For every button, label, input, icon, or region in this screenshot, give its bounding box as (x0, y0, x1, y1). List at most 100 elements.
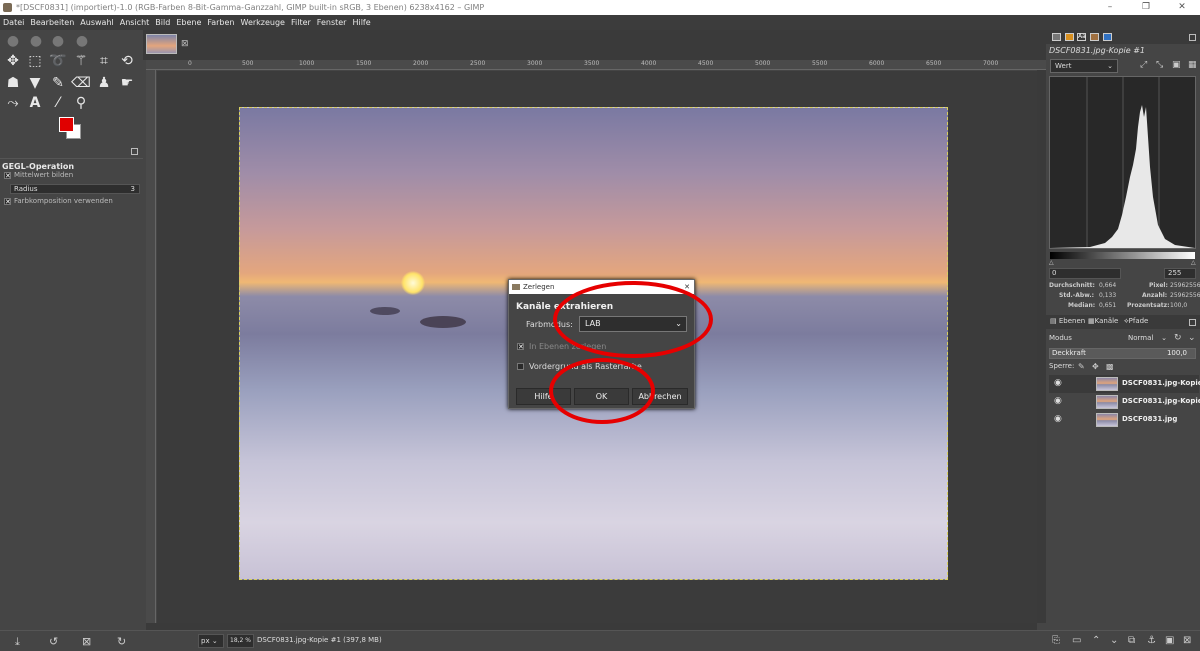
lock-position-icon[interactable]: ✥ (1092, 362, 1099, 371)
mittelwert-label: Mittelwert bilden (14, 171, 74, 179)
range-start-marker-icon[interactable]: △ (1049, 259, 1054, 266)
histogram-grid-icon[interactable]: ▦ (1188, 60, 1197, 70)
layer-row[interactable]: ◉ DSCF0831.jpg-Kopie (1049, 393, 1200, 411)
menu-filter[interactable]: Filter (288, 15, 314, 30)
layer-row[interactable]: ◉ DSCF0831.jpg (1049, 411, 1199, 429)
stat-percent-value: 100,0 (1170, 302, 1188, 309)
lasso-tool-icon[interactable]: ➰ (48, 52, 68, 70)
mask-layer-icon[interactable]: ▣ (1165, 635, 1174, 646)
minimize-button[interactable]: – (1092, 0, 1128, 15)
stat-percent-label: Prozentsatz: (1127, 302, 1170, 309)
radius-spinner[interactable]: Radius 3 (10, 184, 140, 194)
tab-channels-label: Kanäle (1094, 317, 1119, 325)
farbkomposition-checkbox[interactable]: ✕ (4, 198, 11, 206)
histogram-layer-icon[interactable]: ▣ (1172, 60, 1181, 70)
menu-datei[interactable]: Datei (0, 15, 27, 30)
foreground-checkbox[interactable] (517, 363, 524, 370)
fuzzy-select-tool-icon[interactable]: ⚚ (71, 52, 91, 70)
duplicate-layer-icon[interactable]: ⧉ (1128, 635, 1135, 646)
foreground-color-swatch[interactable] (59, 117, 74, 132)
log-histogram-icon[interactable]: ⤡ (1156, 60, 1163, 70)
tab-paths[interactable]: ⟡Pfade (1124, 317, 1148, 326)
raise-layer-icon[interactable]: ⌃ (1092, 635, 1100, 646)
maximize-button[interactable]: ❐ (1128, 0, 1164, 15)
layer-mode-label: Modus (1049, 334, 1072, 342)
unit-select[interactable]: px ⌄ (198, 634, 224, 648)
dock-menu-icon[interactable] (1189, 319, 1196, 326)
menu-fenster[interactable]: Fenster (314, 15, 350, 30)
histogram-max-input[interactable]: 255 (1164, 268, 1196, 279)
chevron-down-icon[interactable]: ⌄ (1188, 333, 1196, 343)
ruler-label: 5500 (812, 60, 828, 67)
image-tab-thumbnail[interactable] (146, 34, 177, 54)
stat-median-value: 0,651 (1099, 302, 1117, 309)
menu-hilfe[interactable]: Hilfe (349, 15, 373, 30)
menu-werkzeuge[interactable]: Werkzeuge (238, 15, 288, 30)
text-tool-icon[interactable]: A (25, 94, 45, 112)
histogram-tab-icon[interactable] (1052, 33, 1061, 41)
horizontal-scrollbar[interactable] (146, 623, 1037, 630)
opacity-slider[interactable]: Deckkraft 100,0 (1049, 348, 1196, 359)
mittelwert-checkbox[interactable]: ✕ (4, 172, 11, 180)
paintbrush-tool-icon[interactable]: ✎ (48, 74, 68, 92)
menu-ebene[interactable]: Ebene (173, 15, 204, 30)
clone-tool-icon[interactable]: ♟ (94, 74, 114, 92)
delete-layer-icon[interactable]: ⊠ (1183, 635, 1191, 646)
move-tool-icon[interactable]: ✥ (3, 52, 23, 70)
dock-menu-icon[interactable] (1189, 34, 1196, 41)
eraser-tool-icon[interactable]: ⌫ (71, 74, 91, 92)
delete-options-icon[interactable]: ⊠ (82, 635, 91, 648)
color-picker-tool-icon[interactable]: ⁄ (48, 94, 68, 112)
brushes-tab-icon[interactable] (1065, 33, 1074, 41)
new-group-icon[interactable]: ▭ (1072, 635, 1081, 646)
zoom-tool-icon[interactable]: ⚲ (71, 94, 91, 112)
bucket-fill-tool-icon[interactable]: ▼ (25, 74, 45, 92)
ruler-label: 7000 (983, 60, 999, 67)
menu-bearbeiten[interactable]: Bearbeiten (27, 15, 77, 30)
layer-row[interactable]: ◉ DSCF0831.jpg-Kopie #1 (1049, 375, 1200, 393)
menu-ansicht[interactable]: Ansicht (117, 15, 153, 30)
tool-options-menu-icon[interactable] (131, 148, 138, 155)
lock-alpha-icon[interactable]: ▩ (1106, 362, 1114, 371)
histogram-min-input[interactable]: 0 (1049, 268, 1121, 279)
ruler-label: 5000 (755, 60, 771, 67)
transform-tool-icon[interactable]: ⟲ (117, 52, 137, 70)
smudge-tool-icon[interactable]: ☛ (117, 74, 137, 92)
restore-options-icon[interactable]: ↺ (49, 635, 58, 648)
crop-tool-icon[interactable]: ⌗ (94, 52, 114, 70)
zoom-select[interactable]: 18,2 % (227, 634, 254, 648)
paths-tool-icon[interactable]: ⤳ (3, 94, 23, 112)
layer-mode-reset-icon[interactable]: ↻ (1174, 333, 1182, 343)
eye-icon[interactable]: ◉ (1054, 378, 1062, 388)
close-window-button[interactable]: ✕ (1164, 0, 1200, 15)
menu-farben[interactable]: Farben (204, 15, 237, 30)
ruler-label: 0 (188, 60, 192, 67)
vertical-scrollbar[interactable] (1037, 70, 1046, 623)
anchor-layer-icon[interactable]: ⚓ (1147, 635, 1156, 646)
reset-options-icon[interactable]: ↻ (117, 635, 126, 648)
warp-tool-icon[interactable]: ☗ (3, 74, 23, 92)
eye-icon[interactable]: ◉ (1054, 396, 1062, 406)
tab-layers[interactable]: ▤ Ebenen (1050, 317, 1085, 325)
stat-count-label: Anzahl: (1142, 292, 1168, 299)
histogram-channel-select[interactable]: Wert ⌄ (1050, 59, 1118, 73)
menu-bild[interactable]: Bild (152, 15, 173, 30)
new-layer-icon[interactable]: ⎘ (1052, 635, 1060, 646)
images-tab-icon[interactable] (1103, 33, 1112, 41)
lower-layer-icon[interactable]: ⌄ (1110, 635, 1118, 646)
patterns-tab-icon[interactable] (1090, 33, 1099, 41)
menu-auswahl[interactable]: Auswahl (77, 15, 116, 30)
tab-channels[interactable]: ▦Kanäle (1088, 317, 1118, 325)
tool-options-title: GEGL-Operation (2, 162, 75, 171)
eye-icon[interactable]: ◉ (1054, 414, 1062, 424)
save-options-icon[interactable]: ⤓ (15, 635, 20, 649)
linear-histogram-icon[interactable]: ⤢ (1140, 60, 1147, 70)
layer-mode-select[interactable]: Normal ⌄ (1124, 332, 1169, 345)
rect-select-tool-icon[interactable]: ⬚ (25, 52, 45, 70)
range-end-marker-icon[interactable]: △ (1191, 259, 1196, 266)
histogram-graph[interactable] (1049, 76, 1196, 249)
lock-pixels-icon[interactable]: ✎ (1078, 362, 1085, 371)
split-layers-checkbox[interactable]: ✕ (517, 343, 524, 351)
fonts-tab-icon[interactable]: Aa (1077, 33, 1086, 41)
close-tab-icon[interactable]: ⊠ (181, 39, 189, 49)
